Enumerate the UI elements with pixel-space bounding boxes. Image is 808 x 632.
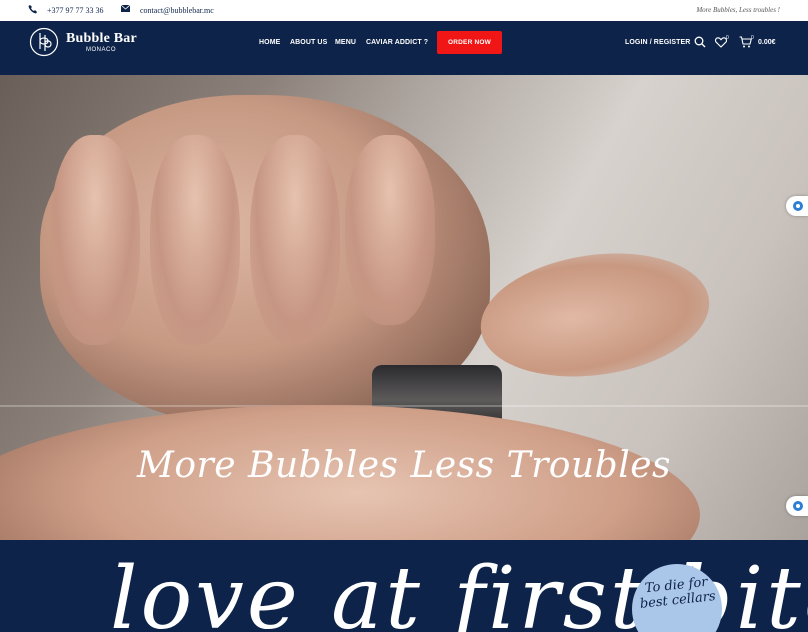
top-bar: +377 97 77 33 36 contact@bubblebar.mc Mo… [0,0,808,21]
hero-image-finger [150,135,240,345]
cart-count: 0 [751,35,754,41]
hero-banner: More Bubbles Less Troubles [0,75,808,540]
nav-menu[interactable]: MENU [335,39,356,46]
hero-image-finger [50,135,140,345]
stamp-text: To die for best cellars [639,574,717,612]
email-link[interactable]: contact@bubblebar.mc [140,6,214,15]
hero-image-seam [0,405,808,407]
hero-image-finger [250,135,340,345]
accessibility-icon [793,501,803,511]
logo-subtitle: MONACO [86,47,116,53]
wishlist-count: 0 [726,35,729,41]
order-now-button[interactable]: ORDER NOW [437,31,502,54]
nav-caviar-addict[interactable]: CAVIAR ADDICT ? [366,39,428,46]
nav-home[interactable]: HOME [259,39,280,46]
phone-icon [28,5,37,14]
site-header: Bubble Bar MONACO HOME ABOUT US MENU CAV… [0,21,808,75]
envelope-icon [121,5,130,12]
nav-about-us[interactable]: ABOUT US [290,39,327,46]
accessibility-widget-button[interactable] [786,196,808,216]
login-register-link[interactable]: LOGIN / REGISTER [625,39,690,46]
hero-image-thumb [472,239,718,391]
logo-name[interactable]: Bubble Bar [66,31,137,47]
accessibility-icon [793,201,803,211]
love-at-first-bite-section: love at first bite To die for best cella… [0,540,808,632]
top-slogan: More Bubbles, Less troubles ! [696,6,780,14]
phone-number[interactable]: +377 97 77 33 36 [47,6,104,15]
search-icon[interactable] [694,36,706,48]
cart-total[interactable]: 0.00€ [758,39,776,46]
accessibility-widget-button[interactable] [786,496,808,516]
bubble-bar-logo-icon[interactable] [29,27,59,57]
order-now-label: ORDER NOW [448,39,491,46]
hero-title: More Bubbles Less Troubles [137,445,671,486]
hero-image-finger [345,135,435,325]
